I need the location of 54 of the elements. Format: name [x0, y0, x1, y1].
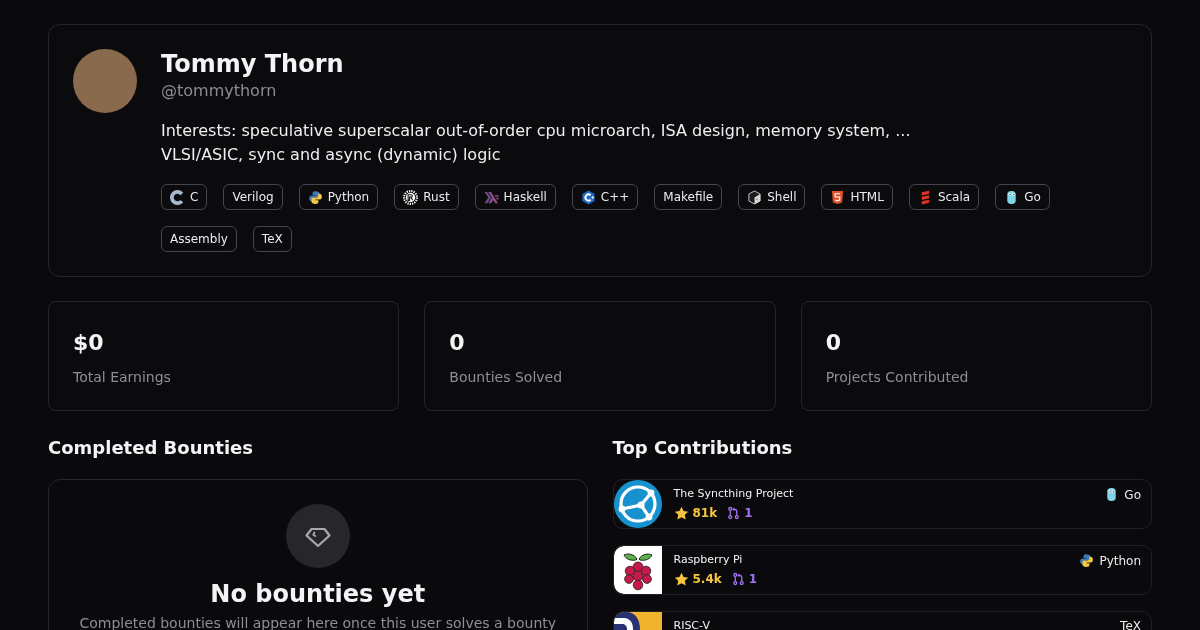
- language-tag: Scala: [908, 184, 980, 210]
- pull-request-icon: [727, 506, 741, 520]
- language-tag: Go: [995, 184, 1050, 210]
- contribution-card[interactable]: Raspberry Pi 5.4k 1 Python: [612, 545, 1152, 595]
- pull-request-count: 1: [748, 572, 758, 586]
- pull-request-count: 1: [744, 506, 753, 520]
- bio-text: VLSI/ASIC, sync and async (dynamic) logic: [161, 144, 502, 166]
- language-tag: TeX: [252, 226, 292, 252]
- contribution-card[interactable]: The Syncthing Project 81k 1 Go: [612, 479, 1152, 529]
- language-tag: Rust: [394, 184, 459, 210]
- language-tag: Haskell: [474, 184, 556, 210]
- stat-value: 0: [825, 329, 842, 357]
- cube-icon: [747, 189, 763, 205]
- star-icon: [673, 571, 689, 587]
- bio-text: Interests: speculative superscalar out-of-order cpu microarch, ISA design, memory system, ...: [161, 120, 912, 142]
- project-name: RISC-V: [673, 618, 711, 630]
- language-tag: C: [161, 184, 208, 210]
- project-name: The Syncthing Project: [673, 486, 795, 502]
- language-tag: Makefile: [654, 184, 723, 210]
- star-count: 81k: [692, 506, 718, 520]
- stat-value: $0: [73, 329, 105, 357]
- section-title: Completed Bounties: [48, 436, 254, 460]
- language-tag: Shell: [738, 184, 806, 210]
- stat-label: Total Earnings: [73, 368, 172, 387]
- empty-state-title: No bounties yet: [210, 579, 426, 610]
- python-logo-icon: [307, 189, 323, 205]
- stat-value: 0: [449, 329, 466, 357]
- network-logo-icon: [613, 480, 662, 528]
- user-handle: @tommythorn: [161, 80, 278, 102]
- star-count: 5.4k: [692, 572, 722, 586]
- python-logo-icon: [1079, 553, 1095, 568]
- raspberry-logo-icon: [613, 546, 662, 594]
- empty-state-text: Completed bounties will appear here once this user solves a bounty: [79, 614, 557, 630]
- cpp-logo-icon: [580, 189, 596, 205]
- stat-label: Bounties Solved: [449, 368, 564, 387]
- html-shield-icon: [830, 189, 846, 205]
- project-name: Raspberry Pi: [673, 552, 744, 568]
- pull-request-icon: [731, 572, 745, 586]
- language-name: TeX: [1120, 619, 1141, 630]
- user-name: Tommy Thorn: [161, 49, 345, 79]
- language-name: Python: [1099, 553, 1141, 568]
- haskell-logo-icon: [483, 189, 499, 205]
- language-name: Go: [1124, 487, 1141, 502]
- language-tag: Verilog: [223, 184, 283, 210]
- gear-logo-icon: [403, 189, 419, 205]
- contribution-card[interactable]: RISC-V TeX: [612, 611, 1152, 630]
- language-tag: HTML: [821, 184, 893, 210]
- star-icon: [673, 505, 689, 521]
- language-tag: C++: [571, 184, 639, 210]
- section-title: Top Contributions: [612, 436, 794, 460]
- stat-label: Projects Contributed: [825, 368, 970, 387]
- language-tag: Python: [298, 184, 379, 210]
- c-logo-icon: [170, 189, 185, 205]
- language-tag: Assembly: [161, 226, 237, 252]
